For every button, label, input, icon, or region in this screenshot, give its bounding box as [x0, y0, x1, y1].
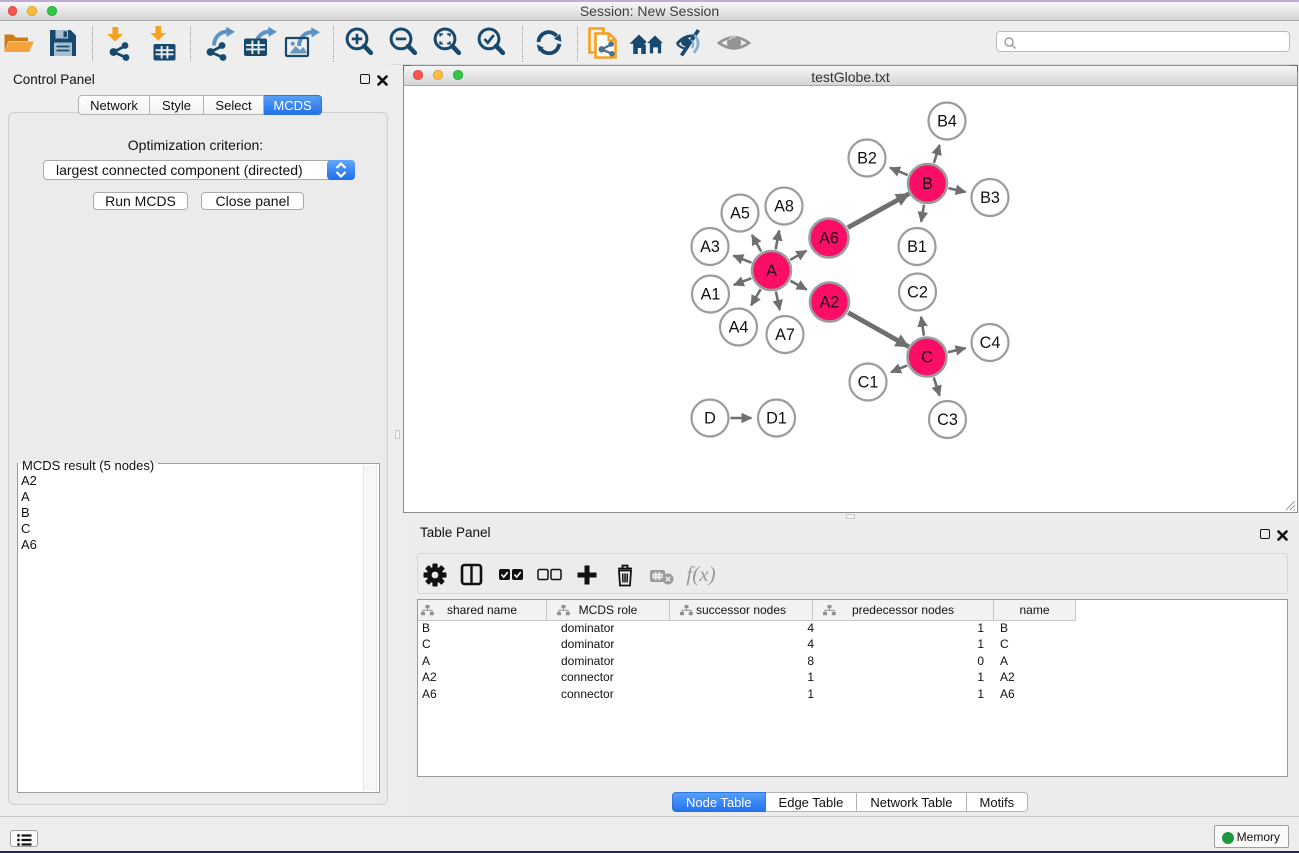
svg-text:A3: A3: [700, 238, 720, 256]
svg-text:B3: B3: [980, 189, 1000, 207]
svg-text:A1: A1: [701, 286, 721, 304]
svg-text:B: B: [922, 175, 933, 193]
svg-text:B2: B2: [857, 150, 877, 168]
svg-text:B1: B1: [907, 238, 927, 256]
svg-text:B4: B4: [937, 113, 957, 131]
svg-text:C: C: [921, 349, 933, 367]
svg-text:A5: A5: [730, 205, 750, 223]
svg-text:D1: D1: [766, 410, 787, 428]
svg-text:A4: A4: [729, 319, 749, 337]
svg-text:A2: A2: [820, 294, 840, 312]
svg-text:A8: A8: [774, 198, 794, 216]
svg-text:A7: A7: [775, 326, 795, 344]
svg-text:C4: C4: [980, 334, 1001, 352]
svg-text:C3: C3: [937, 411, 958, 429]
svg-text:C2: C2: [907, 284, 928, 302]
svg-text:C1: C1: [858, 374, 879, 392]
svg-text:D: D: [704, 410, 716, 428]
svg-text:A: A: [766, 262, 777, 280]
svg-text:A6: A6: [819, 230, 839, 248]
